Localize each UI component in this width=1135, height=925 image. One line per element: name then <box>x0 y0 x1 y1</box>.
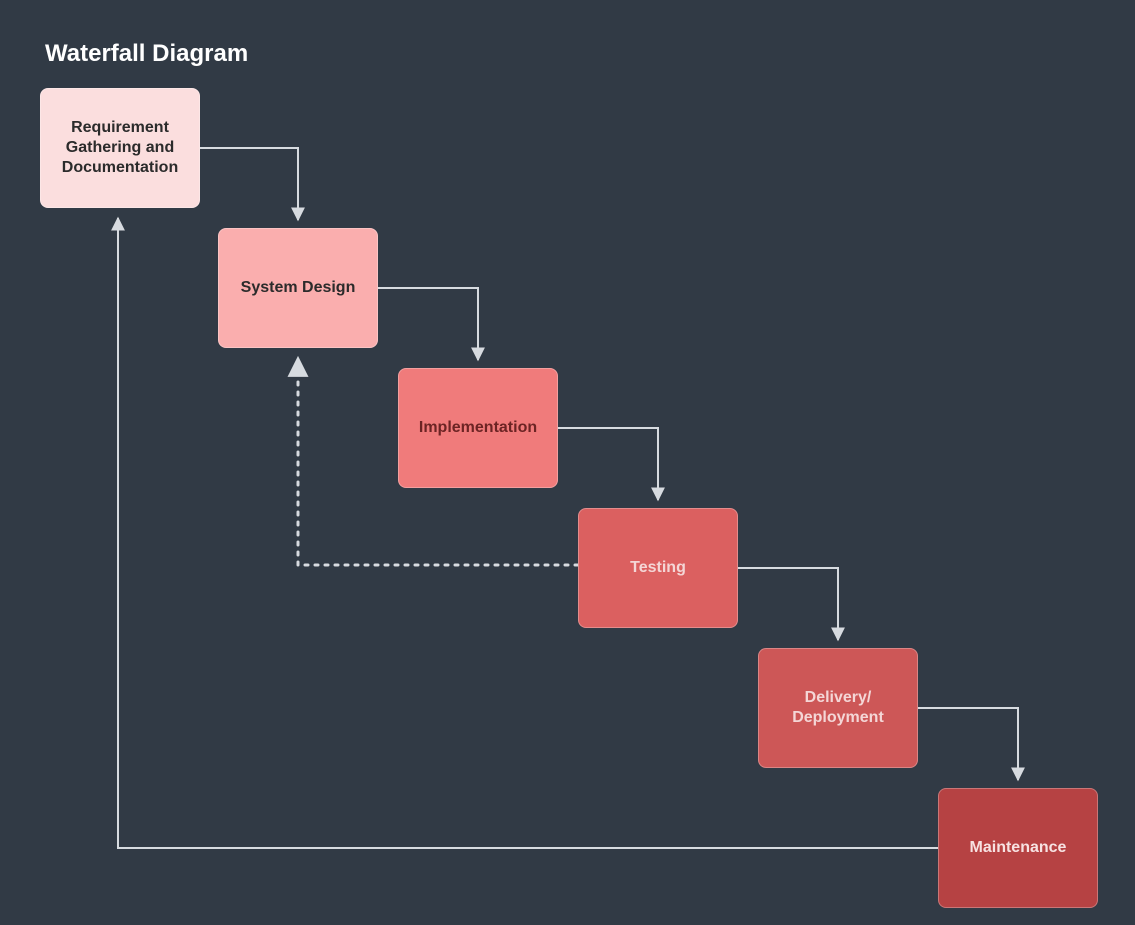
diagram-canvas: Requirement Gathering and Documentation … <box>0 0 1135 925</box>
arrow-n5-n6 <box>918 708 1018 780</box>
arrow-n1-n2 <box>200 148 298 220</box>
node-requirements: Requirement Gathering and Documentation <box>40 88 200 208</box>
arrow-n3-n4 <box>558 428 658 500</box>
node-testing: Testing <box>578 508 738 628</box>
node-system-design: System Design <box>218 228 378 348</box>
arrow-n4-n5 <box>738 568 838 640</box>
node-implementation: Implementation <box>398 368 558 488</box>
node-maintenance: Maintenance <box>938 788 1098 908</box>
node-delivery: Delivery/ Deployment <box>758 648 918 768</box>
arrow-n2-n3 <box>378 288 478 360</box>
